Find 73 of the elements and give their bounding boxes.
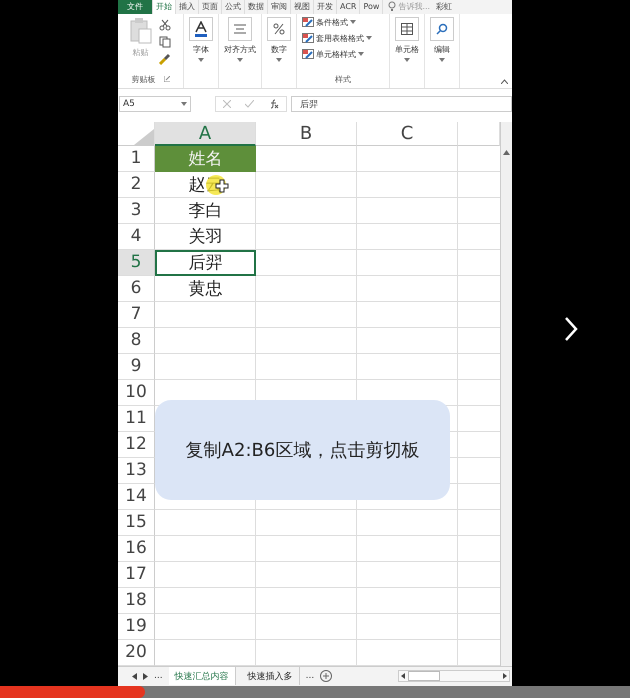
dropdown-caret-icon bbox=[366, 36, 372, 40]
style-icon bbox=[302, 17, 314, 28]
table-icon bbox=[401, 22, 413, 35]
table-cell-text: 李白 bbox=[188, 200, 224, 224]
style-menu-button[interactable]: 套用表格格式 bbox=[302, 32, 372, 44]
row-header[interactable]: 8 bbox=[118, 328, 155, 354]
style-menu-button[interactable]: 条件格式 bbox=[302, 16, 372, 28]
name-box[interactable]: A5 bbox=[119, 96, 191, 112]
caret-icon[interactable] bbox=[501, 78, 508, 84]
formula-field[interactable]: 后羿 bbox=[291, 96, 512, 112]
add-sheet-icon[interactable] bbox=[320, 670, 332, 682]
scroll-left-icon[interactable] bbox=[399, 672, 408, 680]
row-header[interactable]: 7 bbox=[118, 302, 155, 328]
function-icon[interactable] bbox=[268, 99, 279, 110]
dropdown-caret-icon bbox=[358, 52, 364, 56]
row-header[interactable]: 3 bbox=[118, 198, 155, 224]
more-sheets-button[interactable]: ... bbox=[306, 671, 314, 682]
align-icon bbox=[234, 24, 246, 34]
copy-icon[interactable] bbox=[158, 36, 172, 48]
style-icon bbox=[302, 33, 314, 44]
dropdown-caret-icon bbox=[181, 102, 187, 106]
search-icon bbox=[436, 22, 448, 35]
dropdown-caret-icon bbox=[439, 58, 445, 62]
row-header[interactable]: 2 bbox=[118, 172, 155, 198]
row-header[interactable]: 16 bbox=[118, 536, 155, 562]
callout-text: 复制A2:B6区域，点击剪切板 bbox=[186, 438, 420, 462]
brush-icon[interactable] bbox=[158, 52, 170, 65]
lightbulb-icon bbox=[388, 1, 396, 12]
dropdown-caret-icon bbox=[404, 58, 410, 62]
scissors-icon[interactable] bbox=[158, 18, 170, 31]
group-label: 剪贴板 bbox=[132, 74, 156, 85]
dropdown-caret-icon bbox=[237, 58, 243, 62]
ribbon-tab[interactable]: 开始 bbox=[153, 0, 176, 14]
table-cell: 后羿 bbox=[155, 250, 256, 276]
launcher-icon[interactable] bbox=[164, 76, 170, 82]
next-sheet-icon[interactable] bbox=[143, 672, 148, 680]
column-header[interactable]: A bbox=[155, 122, 256, 146]
file-tab[interactable]: 文件 bbox=[118, 0, 153, 14]
column-header[interactable]: C bbox=[357, 122, 458, 146]
row-header[interactable]: 15 bbox=[118, 510, 155, 536]
triangle-icon bbox=[134, 128, 154, 145]
row-header[interactable]: 18 bbox=[118, 588, 155, 614]
check-icon[interactable] bbox=[245, 100, 254, 108]
dropdown-caret-icon bbox=[198, 58, 204, 62]
dropdown-caret-icon bbox=[276, 58, 282, 62]
sheet-tab[interactable]: 快速插入多 bbox=[242, 667, 300, 686]
table-cell-text: 关羽 bbox=[188, 226, 224, 250]
align-button[interactable]: 对齐方式 bbox=[224, 16, 256, 62]
group-label: 样式 bbox=[335, 74, 351, 85]
row-header[interactable]: 17 bbox=[118, 562, 155, 588]
row-header[interactable]: 6 bbox=[118, 276, 155, 302]
font-color-icon bbox=[194, 20, 208, 37]
horizontal-scrollbar[interactable] bbox=[398, 670, 510, 682]
user-name[interactable]: 彩虹 bbox=[436, 1, 452, 12]
row-header[interactable]: 9 bbox=[118, 354, 155, 380]
chevron-right-icon[interactable] bbox=[564, 316, 578, 342]
row-header[interactable]: 10 bbox=[118, 380, 155, 406]
vertical-scrollbar[interactable] bbox=[500, 122, 512, 666]
column-header[interactable]: B bbox=[256, 122, 357, 146]
row-header[interactable]: 5 bbox=[118, 250, 155, 276]
scroll-up-icon[interactable] bbox=[503, 150, 510, 155]
style-icon bbox=[302, 49, 314, 60]
sheet-tab[interactable]: 快速汇总内容 bbox=[168, 667, 236, 686]
scroll-right-icon[interactable] bbox=[500, 672, 509, 680]
table-cell-text: 黄忠 bbox=[188, 278, 224, 302]
row-header[interactable]: 19 bbox=[118, 614, 155, 640]
prev-sheet-icon[interactable] bbox=[132, 672, 137, 680]
style-menu-button[interactable]: 单元格样式 bbox=[302, 48, 372, 60]
dropdown-caret-icon bbox=[350, 20, 356, 24]
percent-icon bbox=[273, 22, 285, 35]
row-header[interactable]: 14 bbox=[118, 484, 155, 510]
more-sheets-button[interactable]: ... bbox=[154, 671, 163, 682]
table-cell: 姓名 bbox=[155, 146, 256, 172]
